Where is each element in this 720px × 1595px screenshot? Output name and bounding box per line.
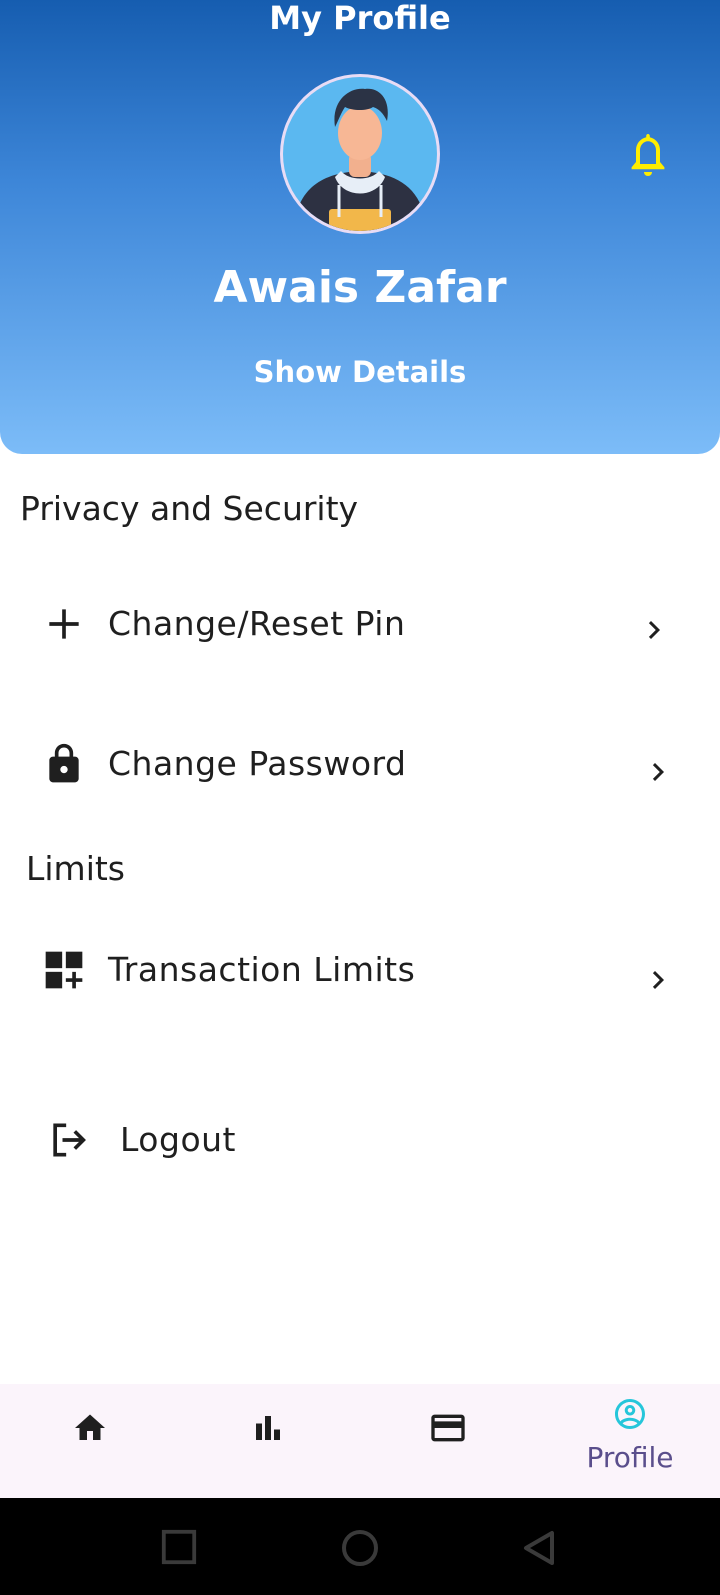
menu-item-change-password[interactable]: Change Password xyxy=(0,724,720,804)
logout-label: Logout xyxy=(120,1120,236,1159)
recents-square-icon[interactable] xyxy=(160,1528,198,1566)
credit-card-icon xyxy=(431,1414,465,1442)
notification-bell-icon[interactable] xyxy=(624,130,672,182)
plus-icon xyxy=(49,609,79,639)
nav-label-profile: Profile xyxy=(586,1441,674,1474)
menu-item-transaction-limits[interactable]: Transaction Limits xyxy=(0,930,720,1010)
profile-header: My Profile Awais Zafar Show Details xyxy=(0,0,720,454)
dashboard-add-icon xyxy=(45,951,83,989)
system-navigation-bar xyxy=(0,1498,720,1595)
user-name: Awais Zafar xyxy=(213,262,507,313)
section-title-limits: Limits xyxy=(26,849,125,888)
section-title-privacy: Privacy and Security xyxy=(20,489,359,528)
nav-item-profile[interactable]: Profile xyxy=(540,1384,720,1498)
home-circle-icon[interactable] xyxy=(340,1528,380,1568)
chevron-right-icon xyxy=(652,763,664,781)
back-triangle-icon[interactable] xyxy=(520,1528,560,1568)
home-icon xyxy=(75,1414,105,1440)
bar-chart-icon xyxy=(256,1416,280,1440)
avatar[interactable] xyxy=(280,74,440,234)
chevron-right-icon xyxy=(652,971,664,989)
menu-item-label: Transaction Limits xyxy=(108,950,416,989)
page-title: My Profile xyxy=(269,0,451,37)
nav-item-home[interactable] xyxy=(0,1384,180,1498)
logout-button[interactable]: Logout xyxy=(0,1100,720,1180)
logout-icon xyxy=(53,1123,86,1157)
show-details-link[interactable]: Show Details xyxy=(0,352,720,392)
bottom-navigation: Profile xyxy=(0,1384,720,1498)
nav-item-cards[interactable] xyxy=(360,1384,540,1498)
chevron-right-icon xyxy=(648,621,660,639)
menu-item-label: Change Password xyxy=(108,744,407,783)
menu-item-change-pin[interactable]: Change/Reset Pin xyxy=(0,584,720,664)
nav-item-stats[interactable] xyxy=(180,1384,360,1498)
avatar-illustration xyxy=(283,77,437,231)
lock-icon xyxy=(49,743,79,783)
account-circle-icon xyxy=(615,1399,645,1429)
menu-item-label: Change/Reset Pin xyxy=(108,604,406,643)
